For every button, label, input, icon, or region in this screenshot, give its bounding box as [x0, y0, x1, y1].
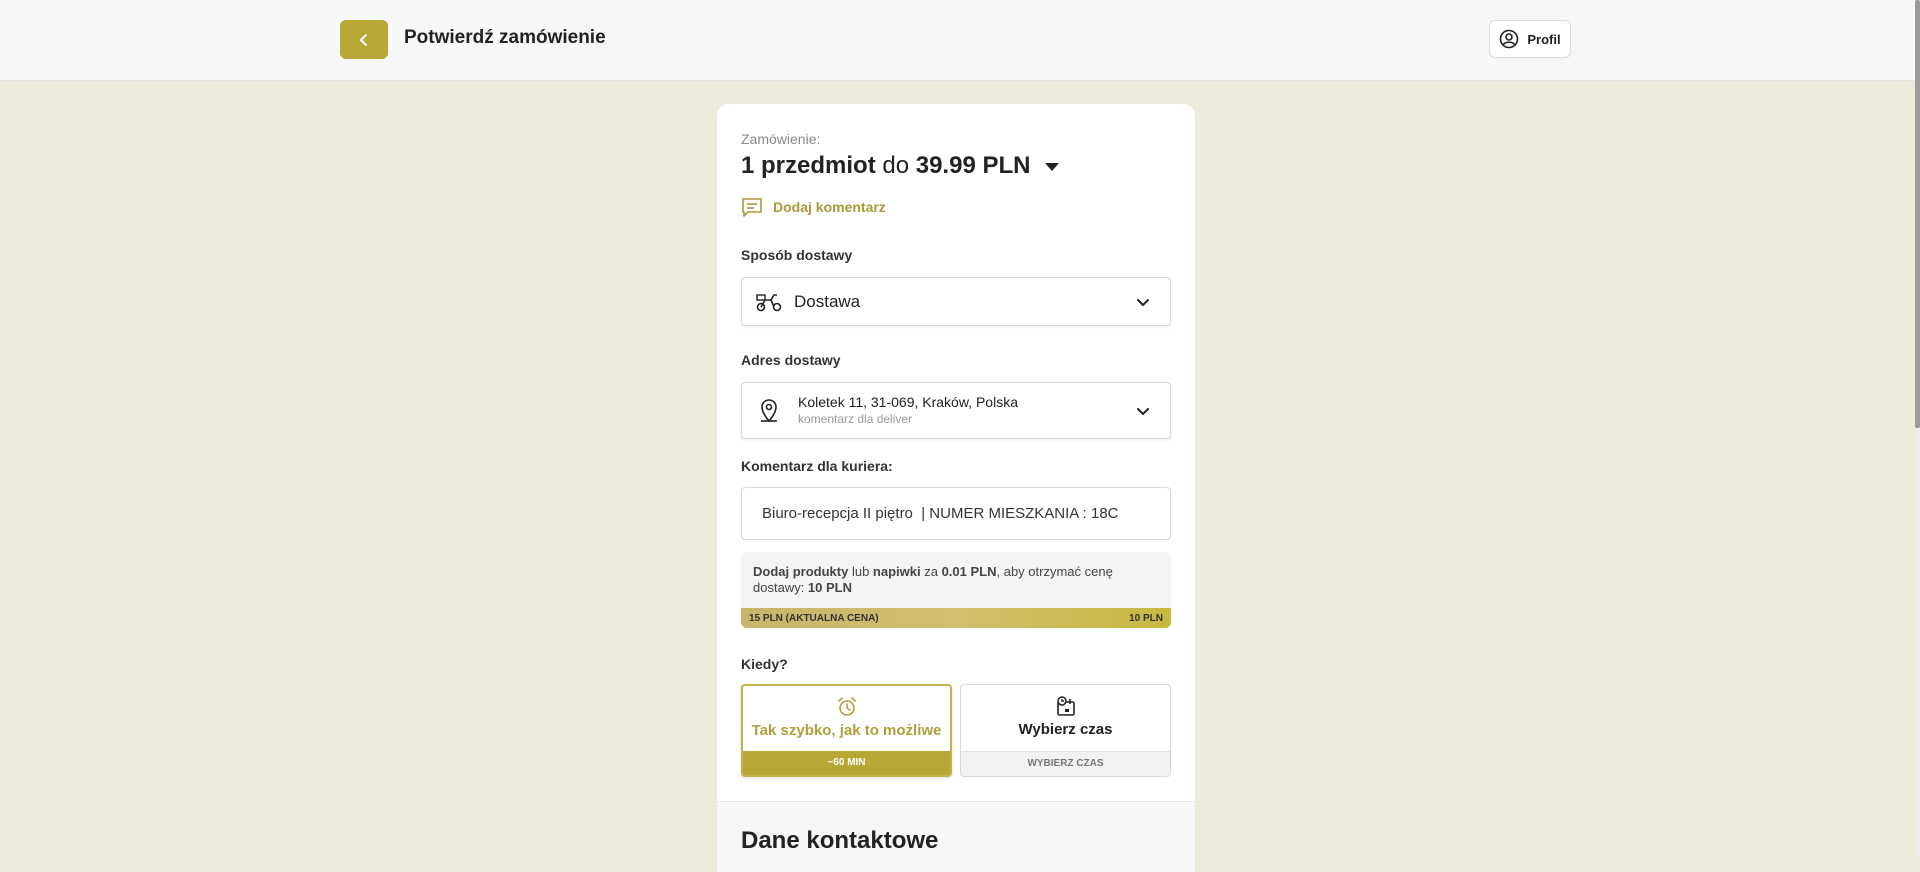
delivery-price-bar: 15 PLN (AKTUALNA CENA) 10 PLN: [741, 608, 1171, 628]
alarm-clock-icon: [743, 696, 950, 723]
delivery-method-select[interactable]: Dostawa: [741, 277, 1171, 326]
profile-button[interactable]: Profil: [1489, 20, 1571, 58]
chevron-down-icon: [1137, 299, 1149, 306]
promo-text-part: lub: [848, 564, 873, 579]
promo-target-price: 10 PLN: [807, 580, 852, 595]
address-line1: Koletek 11, 31-069, Kraków, Polska: [798, 394, 1018, 410]
back-button[interactable]: [340, 20, 388, 59]
map-pin-icon: [758, 398, 780, 429]
promo-text: Dodaj produkty lub napiwki za 0.01 PLN, …: [753, 564, 1153, 596]
caret-down-icon[interactable]: [1045, 162, 1060, 171]
contact-section: Dane kontaktowe: [717, 801, 1195, 872]
scrollbar-thumb[interactable]: [1915, 0, 1920, 428]
promo-text-part: za: [920, 564, 942, 579]
order-connector: do: [882, 152, 910, 179]
profile-label: Profil: [1527, 31, 1561, 47]
pick-time-option[interactable]: Wybierz czas WYBIERZ CZAS: [960, 684, 1171, 777]
current-price-label: 15 PLN (AKTUALNA CENA): [749, 613, 879, 624]
address-select[interactable]: Koletek 11, 31-069, Kraków, Polska komen…: [741, 382, 1171, 439]
chevron-down-icon: [1137, 408, 1149, 415]
pick-time-label: Wybierz czas: [1018, 721, 1113, 738]
asap-label: Tak szybko, jak to możliwe: [751, 722, 942, 739]
courier-comment-input[interactable]: [741, 487, 1171, 540]
add-comment-label: Dodaj komentarz: [773, 199, 886, 215]
comment-icon: [742, 198, 762, 217]
contact-title: Dane kontaktowe: [741, 827, 939, 854]
order-items: 1 przedmiot: [741, 152, 876, 179]
target-price-label: 10 PLN: [1129, 613, 1163, 624]
order-card: Zamówienie: 1 przedmiot do 39.99 PLN Dod…: [717, 104, 1195, 864]
promo-amount: 0.01 PLN: [941, 564, 997, 579]
add-comment-link[interactable]: Dodaj komentarz: [741, 196, 886, 218]
courier-comment-label: Komentarz dla kuriera:: [741, 458, 893, 474]
order-summary[interactable]: 1 przedmiot do 39.99 PLN: [741, 152, 1060, 180]
address-label: Adres dostawy: [741, 352, 841, 368]
page-title: Potwierdź zamówienie: [404, 27, 606, 48]
delivery-method-value: Dostawa: [794, 292, 861, 311]
top-bar: Potwierdź zamówienie Profil: [0, 0, 1915, 81]
delivery-promo-box: Dodaj produkty lub napiwki za 0.01 PLN, …: [741, 552, 1171, 628]
calendar-clock-icon: [961, 695, 1170, 722]
order-label: Zamówienie:: [741, 131, 821, 147]
scooter-icon: [756, 291, 782, 318]
user-circle-icon: [1500, 29, 1519, 49]
when-label: Kiedy?: [741, 656, 788, 672]
address-line2: komentarz dla deliver: [798, 412, 913, 426]
asap-option[interactable]: Tak szybko, jak to możliwe ~60 MIN: [741, 684, 952, 777]
promo-tips: napiwki: [872, 564, 921, 579]
asap-eta: ~60 MIN: [743, 751, 950, 775]
delivery-method-label: Sposób dostawy: [741, 247, 853, 263]
pick-time-footer: WYBIERZ CZAS: [961, 751, 1170, 776]
promo-add-products: Dodaj produkty: [753, 564, 849, 579]
chevron-left-icon: [360, 33, 367, 46]
order-total: 39.99 PLN: [915, 152, 1031, 179]
